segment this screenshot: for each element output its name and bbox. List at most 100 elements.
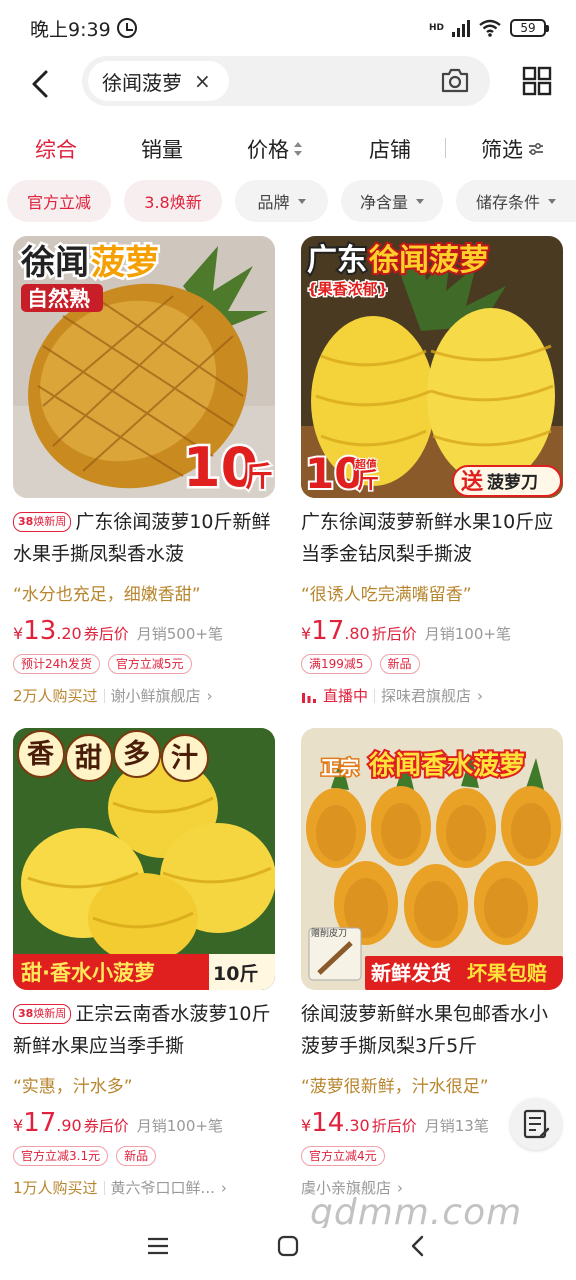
shop-name: 谢小鲜旗舰店 <box>110 687 201 705</box>
product-card[interactable]: 徐闻 菠萝 自然熟 10 斤 38焕新周 广东徐闻菠萝10斤新鲜水果手撕凤梨香水菠… <box>13 236 275 716</box>
image-banner-a: 新鲜发货 <box>371 961 451 985</box>
search-query-chip[interactable]: 徐闻菠萝 × <box>88 61 229 101</box>
filter-38-renew[interactable]: 3.8焕新 <box>124 180 222 222</box>
promo-tag-text: 焕新周 <box>33 1007 67 1020</box>
buyers-count: 1万人购买过 <box>13 1179 98 1197</box>
product-title[interactable]: 38焕新周 正宗云南香水菠萝10斤新鲜水果应当季手撕 <box>13 998 275 1062</box>
camera-icon[interactable] <box>440 66 470 94</box>
filter-storage-label: 储存条件 <box>475 193 540 212</box>
promo-tag-38: 38焕新周 <box>13 1004 72 1024</box>
clear-query-icon[interactable]: × <box>194 69 211 93</box>
chevron-down-icon <box>416 198 424 204</box>
image-gift-b: 菠萝刀 <box>487 472 538 493</box>
image-banner: 甜·香水小菠萝 <box>21 961 155 985</box>
image-headline-a: 正宗 <box>321 756 359 779</box>
live-status: 直播中 <box>323 687 369 705</box>
product-title[interactable]: 38焕新周 广东徐闻菠萝10斤新鲜水果手撕凤梨香水菠 <box>13 506 275 570</box>
promo-tag-num: 38 <box>18 515 34 528</box>
notes-button[interactable] <box>510 1098 562 1150</box>
image-unit: 斤 <box>245 460 273 493</box>
tab-filter[interactable]: 筛选 <box>481 134 544 164</box>
watermark: gdmm.com <box>310 1192 523 1233</box>
filter-storage[interactable]: 储存条件 <box>456 180 576 222</box>
buyers-count: 2万人购买过 <box>13 687 98 705</box>
filter-net-content[interactable]: 净含量 <box>341 180 443 222</box>
live-bars-icon <box>302 692 316 703</box>
review-quote: “实惠，汁水多” <box>13 1077 133 1097</box>
shop-row[interactable]: 1万人购买过 黄六爷口口鲜... › <box>13 1177 227 1198</box>
image-gift-a: 送 <box>461 469 483 495</box>
image-headline-a: 广东 <box>307 243 367 278</box>
chevron-right-icon: › <box>220 1178 227 1197</box>
image-headline-a: 徐闻 <box>20 243 89 283</box>
product-title[interactable]: 广东徐闻菠萝新鲜水果10斤应当季金钻凤梨手撕波 <box>301 506 563 570</box>
search-input[interactable]: 徐闻菠萝 × <box>82 56 490 106</box>
tab-price-label: 价格 <box>247 138 289 162</box>
shop-name: 探味君旗舰店 <box>381 687 472 705</box>
product-card[interactable]: 广东 徐闻菠萝 {果香浓郁} 10 超值 斤 送 菠萝刀 广东徐闻菠萝新鲜水果1… <box>301 236 563 716</box>
product-card[interactable]: 香 甜 多 汁 甜·香水小菠萝 10斤 38焕新周 正宗云南香水菠萝10斤新鲜水果… <box>13 728 275 1208</box>
image-weight: 10斤 <box>213 963 258 985</box>
filter-chip-row: 官方立减 3.8焕新 品牌 净含量 储存条件 <box>0 178 576 228</box>
shop-row[interactable]: 2万人购买过 谢小鲜旗舰店 › <box>13 685 213 706</box>
network-label: HD <box>428 22 444 33</box>
product-image[interactable]: 徐闻 菠萝 自然熟 10 斤 <box>13 236 275 498</box>
menu-icon[interactable] <box>146 1236 170 1256</box>
price-row: ¥ 17 .80 折后价 月销100+笔 <box>301 616 511 646</box>
product-title[interactable]: 徐闻菠萝新鲜水果包邮香水小菠萝手撕凤梨3斤5斤 <box>301 998 563 1062</box>
price-integer: 14 <box>311 1108 345 1138</box>
product-image[interactable]: 正宗 徐闻香水菠萝 赠削皮刀 新鲜发货 坏果包赔 <box>301 728 563 990</box>
home-icon[interactable] <box>277 1235 299 1257</box>
tab-sales[interactable]: 销量 <box>141 134 183 164</box>
status-time: 晚上9:39 <box>30 18 111 41</box>
chevron-down-icon <box>297 198 306 204</box>
filter-icon <box>529 142 543 156</box>
shop-row[interactable]: 直播中 探味君旗舰店 › <box>301 685 483 706</box>
nav-back-icon[interactable] <box>409 1234 425 1258</box>
promo-tag-text: 焕新周 <box>33 515 67 528</box>
tab-shop[interactable]: 店铺 <box>369 134 411 164</box>
price-row: ¥ 13 .20 券后价 月销500+笔 <box>13 616 223 646</box>
chevron-right-icon: › <box>206 686 213 705</box>
layout-grid-icon[interactable] <box>522 66 552 96</box>
image-weight: 10 <box>305 449 363 498</box>
review-quote: “很诱人吃完满嘴留香” <box>301 585 472 605</box>
shop-name: 黄六爷口口鲜... <box>110 1179 215 1197</box>
price-decimal: .80 <box>344 624 370 643</box>
price-integer: 17 <box>23 1108 57 1138</box>
pineapple-image: 正宗 徐闻香水菠萝 赠削皮刀 新鲜发货 坏果包赔 <box>301 728 563 990</box>
promo-badge: 官方立减3.1元 <box>13 1146 109 1166</box>
status-left: 晚上9:39 <box>30 15 137 42</box>
product-image[interactable]: 香 甜 多 汁 甜·香水小菠萝 10斤 <box>13 728 275 990</box>
divider <box>103 688 105 703</box>
battery-indicator: 59 <box>510 19 549 37</box>
price-decimal: .20 <box>56 624 82 643</box>
tab-price[interactable]: 价格 <box>247 134 303 164</box>
promo-badge: 满199减5 <box>301 654 372 674</box>
sort-arrows-icon <box>294 142 302 156</box>
currency-symbol: ¥ <box>13 624 24 643</box>
filter-brand[interactable]: 品牌 <box>235 180 328 222</box>
promo-badge: 官方立减5元 <box>107 654 192 674</box>
monthly-sales: 月销100+笔 <box>136 1117 223 1135</box>
promo-row: 满199减5 新品 <box>301 654 420 674</box>
image-char: 香 <box>27 739 54 770</box>
promo-badge: 预计24h发货 <box>13 654 100 674</box>
price-integer: 17 <box>311 616 345 646</box>
promo-badge: 官方立减4元 <box>301 1146 385 1166</box>
image-headline-b: 菠萝 <box>91 243 159 283</box>
alarm-icon <box>116 18 137 38</box>
back-icon[interactable] <box>26 68 58 100</box>
promo-badge: 新品 <box>379 654 420 674</box>
price-label: 券后价 <box>83 1117 129 1135</box>
filter-official-discount[interactable]: 官方立减 <box>7 180 111 222</box>
monthly-sales: 月销13笔 <box>424 1117 489 1135</box>
filter-official-discount-label: 官方立减 <box>26 193 91 212</box>
image-char: 甜 <box>75 743 102 774</box>
signal-icon <box>452 19 470 37</box>
currency-symbol: ¥ <box>301 624 312 643</box>
image-headline-b: 徐闻菠萝 <box>368 243 489 278</box>
product-image[interactable]: 广东 徐闻菠萝 {果香浓郁} 10 超值 斤 送 菠萝刀 <box>301 236 563 498</box>
divider <box>103 1180 105 1195</box>
tab-comprehensive[interactable]: 综合 <box>35 134 77 164</box>
